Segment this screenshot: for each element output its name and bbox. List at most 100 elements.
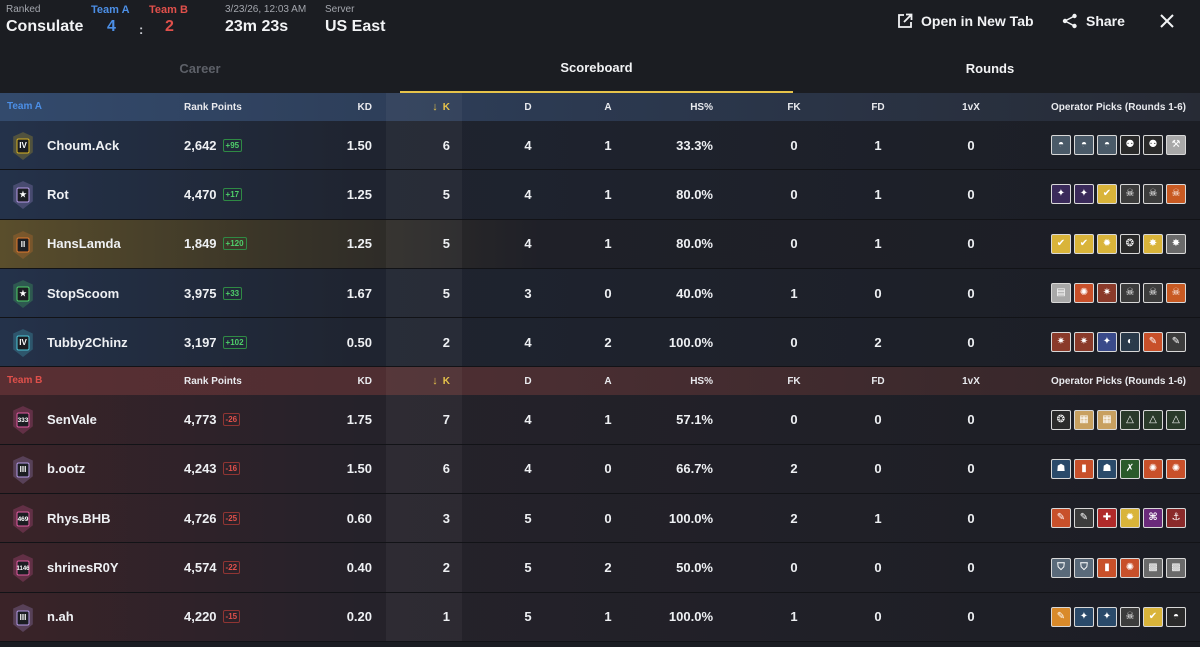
operator-icon[interactable]: ✦	[1051, 184, 1071, 205]
operator-icon[interactable]: ☠	[1143, 283, 1163, 304]
operator-icon[interactable]: ✺	[1166, 458, 1186, 479]
operator-icon[interactable]: △	[1120, 409, 1140, 430]
operator-icon[interactable]: ▦	[1074, 409, 1094, 430]
col-first-deaths[interactable]: FD	[850, 93, 906, 121]
player-row[interactable]: 1146 shrinesR0Y 4,574 -22 0.40 2 5 2 50.0% 0 0 0 ⛉ ⛉ ▮…	[0, 543, 1200, 593]
operator-icon[interactable]: ✚	[1097, 508, 1117, 529]
operator-icon[interactable]: ✦	[1097, 606, 1117, 627]
operator-icon[interactable]: ☠	[1166, 283, 1186, 304]
operator-icon[interactable]: ☠	[1120, 184, 1140, 205]
col-clutches[interactable]: 1vX	[938, 93, 1004, 121]
col-rank-points[interactable]: Rank Points	[184, 367, 242, 395]
operator-icon[interactable]: ⛉	[1074, 557, 1094, 578]
operator-icon[interactable]: ✦	[1074, 184, 1094, 205]
operator-icon[interactable]: ✺	[1120, 557, 1140, 578]
operator-icon[interactable]: ⚓	[1166, 508, 1186, 529]
col-clutches[interactable]: 1vX	[938, 367, 1004, 395]
operator-icon[interactable]: ⚉	[1143, 135, 1163, 156]
operator-icon[interactable]: ◓	[1166, 606, 1186, 627]
operator-icon[interactable]: ⛉	[1051, 557, 1071, 578]
operator-icon[interactable]: ▦	[1097, 409, 1117, 430]
player-name[interactable]: SenVale	[47, 395, 97, 443]
operator-icon[interactable]: ✦	[1074, 606, 1094, 627]
player-name[interactable]: Rot	[47, 170, 69, 218]
player-row[interactable]: IV Choum.Ack 2,642 +95 1.50 6 4 1 33.3% 0 1 0 ◓ ◓ ◓ ⚉ ⚉ ⚒	[0, 121, 1200, 171]
operator-icon[interactable]: ◓	[1074, 135, 1094, 156]
col-operator-picks[interactable]: Operator Picks (Rounds 1-6)	[1051, 93, 1186, 121]
close-button[interactable]	[1160, 10, 1174, 32]
player-name[interactable]: n.ah	[47, 593, 74, 641]
operator-icon[interactable]: △	[1166, 409, 1186, 430]
col-deaths[interactable]: D	[500, 93, 556, 121]
operator-icon[interactable]: ❂	[1051, 409, 1071, 430]
col-kills-sorted[interactable]: ↓ K	[386, 367, 456, 395]
operator-icon[interactable]: ▮	[1097, 557, 1117, 578]
operator-icon[interactable]: ✷	[1051, 332, 1071, 353]
operator-icon[interactable]: ▩	[1166, 557, 1186, 578]
operator-icon[interactable]: ✗	[1120, 458, 1140, 479]
operator-icon[interactable]: ✔	[1143, 606, 1163, 627]
tab-scoreboard[interactable]: Scoreboard	[400, 44, 793, 93]
operator-icon[interactable]: ☠	[1166, 184, 1186, 205]
operator-icon[interactable]: ✔	[1074, 233, 1094, 254]
player-row[interactable]: 469 Rhys.BHB 4,726 -25 0.60 3 5 0 100.0% 2 1 0 ✎ ✎ ✚ ✹ ⌘…	[0, 494, 1200, 544]
operator-icon[interactable]: ▩	[1143, 557, 1163, 578]
operator-icon[interactable]: ✷	[1097, 283, 1117, 304]
col-assists[interactable]: A	[580, 93, 636, 121]
operator-icon[interactable]: ✹	[1120, 508, 1140, 529]
col-assists[interactable]: A	[580, 367, 636, 395]
col-headshot-pct[interactable]: HS%	[690, 367, 713, 395]
operator-icon[interactable]: ⌘	[1143, 508, 1163, 529]
operator-icon[interactable]: ⚉	[1120, 135, 1140, 156]
player-name[interactable]: shrinesR0Y	[47, 543, 119, 591]
col-kills-sorted[interactable]: ↓ K	[386, 93, 456, 121]
operator-icon[interactable]: ✺	[1143, 458, 1163, 479]
operator-icon[interactable]: ✎	[1051, 508, 1071, 529]
player-row[interactable]: 333 SenVale 4,773 -26 1.75 7 4 1 57.1% 0 0 0 ❂ ▦ ▦ △ △ △	[0, 395, 1200, 445]
player-row[interactable]: ★ Rot 4,470 +17 1.25 5 4 1 80.0% 0 1 0 ✦ ✦ ✔ ☠ ☠ ☠	[0, 170, 1200, 220]
operator-icon[interactable]: ✔	[1097, 184, 1117, 205]
operator-icon[interactable]: ✎	[1166, 332, 1186, 353]
operator-icon[interactable]: ◓	[1097, 135, 1117, 156]
col-deaths[interactable]: D	[500, 367, 556, 395]
operator-icon[interactable]: ☠	[1120, 283, 1140, 304]
player-row[interactable]: III b.ootz 4,243 -16 1.50 6 4 0 66.7% 2 0 0 ☗ ▮ ☗ ✗ ✺ ✺	[0, 444, 1200, 495]
operator-icon[interactable]: ▤	[1051, 283, 1071, 304]
player-row[interactable]: ★ StopScoom 3,975 +33 1.67 5 3 0 40.0% 1 0 0 ▤ ✺ ✷ ☠ ☠ ☠	[0, 268, 1200, 319]
col-rank-points[interactable]: Rank Points	[184, 93, 242, 121]
tab-career[interactable]: Career	[0, 44, 400, 93]
operator-icon[interactable]: ✸	[1143, 233, 1163, 254]
operator-icon[interactable]: ⚒	[1166, 135, 1186, 156]
operator-icon[interactable]: ✷	[1074, 332, 1094, 353]
tab-rounds[interactable]: Rounds	[790, 44, 1190, 93]
player-row[interactable]: II HansLamda 1,849 +120 1.25 5 4 1 80.0% 0 1 0 ✔ ✔ ✹ ❂ ✸…	[0, 219, 1200, 269]
operator-icon[interactable]: ✔	[1051, 233, 1071, 254]
player-name[interactable]: HansLamda	[47, 220, 121, 268]
col-kd[interactable]: KD	[358, 367, 372, 395]
col-first-deaths[interactable]: FD	[850, 367, 906, 395]
player-name[interactable]: Tubby2Chinz	[47, 318, 128, 366]
operator-icon[interactable]: ✹	[1097, 233, 1117, 254]
operator-icon[interactable]: ✦	[1097, 332, 1117, 353]
share-button[interactable]: Share	[1062, 10, 1125, 32]
operator-icon[interactable]: ☗	[1051, 458, 1071, 479]
col-operator-picks[interactable]: Operator Picks (Rounds 1-6)	[1051, 367, 1186, 395]
col-first-kills[interactable]: FK	[766, 367, 822, 395]
player-row[interactable]: III n.ah 4,220 -15 0.20 1 5 1 100.0% 1 0 0 ✎ ✦ ✦ ☠ ✔ ◓	[0, 592, 1200, 642]
col-headshot-pct[interactable]: HS%	[690, 93, 713, 121]
operator-icon[interactable]: ✎	[1143, 332, 1163, 353]
player-row[interactable]: IV Tubby2Chinz 3,197 +102 0.50 2 4 2 100.0% 0 2 0 ✷ ✷…	[0, 318, 1200, 368]
operator-icon[interactable]: ☠	[1120, 606, 1140, 627]
operator-icon[interactable]: ✺	[1074, 283, 1094, 304]
operator-icon[interactable]: ✎	[1051, 606, 1071, 627]
operator-icon[interactable]: ▮	[1074, 458, 1094, 479]
player-name[interactable]: b.ootz	[47, 445, 85, 493]
operator-icon[interactable]: △	[1143, 409, 1163, 430]
operator-icon[interactable]: ◐	[1120, 332, 1140, 353]
player-name[interactable]: StopScoom	[47, 269, 119, 317]
operator-icon[interactable]: ❂	[1120, 233, 1140, 254]
col-first-kills[interactable]: FK	[766, 93, 822, 121]
operator-icon[interactable]: ✎	[1074, 508, 1094, 529]
operator-icon[interactable]: ✸	[1166, 233, 1186, 254]
operator-icon[interactable]: ◓	[1051, 135, 1071, 156]
